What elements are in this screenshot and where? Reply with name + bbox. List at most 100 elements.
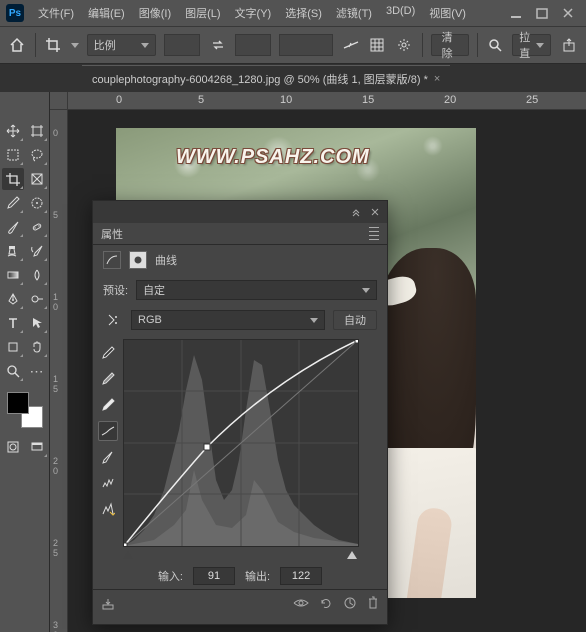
clone-tool[interactable] (2, 240, 24, 262)
pen-tool[interactable] (2, 288, 24, 310)
height-field[interactable] (235, 34, 271, 56)
watermark-text: WWW.PSAHZ.COM (176, 146, 370, 169)
chevron-down-icon (141, 43, 149, 48)
menu-bar: 文件(F) 编辑(E) 图像(I) 图层(L) 文字(Y) 选择(S) 滤镜(T… (32, 1, 510, 25)
options-bar: 比例 清除 拉直 (0, 26, 586, 64)
menu-edit[interactable]: 编辑(E) (82, 1, 131, 25)
shape-tool[interactable] (2, 336, 24, 358)
hand-tool[interactable] (26, 336, 48, 358)
clip-mask-icon[interactable] (101, 596, 115, 610)
type-tool[interactable] (2, 312, 24, 334)
panel-menu-icon[interactable] (369, 227, 379, 240)
panel-collapse-bar[interactable] (93, 201, 387, 223)
toggle-visibility-icon[interactable] (293, 597, 309, 609)
black-point-handle[interactable] (123, 551, 133, 559)
close-icon[interactable] (562, 7, 574, 19)
ruler-corner (50, 92, 68, 110)
close-tab-icon[interactable]: × (434, 73, 440, 85)
channel-dropdown[interactable]: RGB (131, 310, 325, 330)
document-bar: couplephotography-6004268_1280.jpg @ 50%… (0, 64, 586, 92)
edit-toolbar[interactable]: ⋯ (26, 360, 48, 382)
home-button[interactable] (8, 32, 27, 58)
marquee-tool[interactable] (2, 144, 24, 166)
chevron-down-icon (310, 318, 318, 323)
reset-icon[interactable] (343, 596, 357, 610)
curve-point-mode-icon[interactable] (98, 421, 118, 441)
screen-mode-tool[interactable] (26, 436, 48, 458)
straighten-icon[interactable] (341, 32, 360, 58)
gradient-tool[interactable] (2, 264, 24, 286)
mask-icon[interactable] (129, 251, 147, 269)
sample-black-icon[interactable] (98, 343, 118, 363)
color-swatches[interactable] (7, 392, 43, 428)
lasso-tool[interactable] (26, 144, 48, 166)
curves-label: 曲线 (155, 252, 177, 268)
input-label: 输入: (158, 568, 183, 584)
chevron-down-icon[interactable] (71, 43, 79, 48)
menu-layer[interactable]: 图层(L) (179, 1, 226, 25)
blur-tool[interactable] (26, 264, 48, 286)
curve-graph[interactable] (123, 339, 359, 547)
dodge-tool[interactable] (26, 288, 48, 310)
ratio-dropdown[interactable]: 比例 (87, 34, 156, 56)
ratio-label: 比例 (94, 37, 116, 53)
channel-row: RGB 自动 (93, 305, 387, 335)
delete-icon[interactable] (367, 596, 379, 610)
sample-white-icon[interactable] (98, 395, 118, 415)
path-select-tool[interactable] (26, 312, 48, 334)
menu-type[interactable]: 文字(Y) (229, 1, 278, 25)
white-point-handle[interactable] (347, 551, 357, 559)
adjustment-icon (103, 251, 121, 269)
preset-dropdown[interactable]: 自定 (136, 280, 377, 300)
straighten-dropdown[interactable]: 拉直 (512, 34, 551, 56)
healing-tool[interactable] (26, 216, 48, 238)
resolution-field[interactable] (279, 34, 333, 56)
move-tool[interactable] (2, 120, 24, 142)
menu-3d[interactable]: 3D(D) (380, 1, 421, 25)
swap-icon[interactable] (208, 32, 227, 58)
minimize-icon[interactable] (510, 7, 522, 19)
frame-tool[interactable] (26, 168, 48, 190)
quick-mask-tool[interactable] (2, 436, 24, 458)
output-value-field[interactable] (280, 567, 322, 585)
zoom-tool[interactable] (2, 360, 24, 382)
grid-icon[interactable] (368, 32, 387, 58)
history-brush-tool[interactable] (26, 240, 48, 262)
eyedropper-tool[interactable] (2, 192, 24, 214)
brush-tool[interactable] (2, 216, 24, 238)
adjustment-type-row: 曲线 (93, 245, 387, 275)
close-panel-icon[interactable] (371, 208, 379, 216)
input-value-field[interactable] (193, 567, 235, 585)
properties-panel: 属性 曲线 预设: 自定 RGB 自动 (92, 200, 388, 625)
width-field[interactable] (164, 34, 200, 56)
curve-smooth-icon[interactable] (98, 473, 118, 493)
menu-filter[interactable]: 滤镜(T) (330, 1, 378, 25)
input-output-row: 输入: 输出: (93, 563, 387, 589)
crop-tool[interactable] (2, 168, 24, 190)
menu-view[interactable]: 视图(V) (423, 1, 472, 25)
menu-image[interactable]: 图像(I) (133, 1, 177, 25)
panel-title[interactable]: 属性 (101, 226, 123, 242)
clear-button[interactable]: 清除 (431, 34, 469, 56)
tool-panel: ⋯ (0, 92, 50, 632)
collapse-icon[interactable] (351, 207, 361, 217)
document-tab[interactable]: couplephotography-6004268_1280.jpg @ 50%… (82, 65, 450, 91)
foreground-swatch[interactable] (7, 392, 29, 414)
search-icon[interactable] (485, 32, 504, 58)
auto-button[interactable]: 自动 (333, 310, 377, 330)
crop-tool-icon[interactable] (44, 32, 63, 58)
quick-select-tool[interactable] (26, 192, 48, 214)
gear-icon[interactable] (395, 32, 414, 58)
previous-state-icon[interactable] (319, 596, 333, 610)
target-adjust-icon[interactable] (103, 310, 123, 330)
sample-gray-icon[interactable] (98, 369, 118, 389)
maximize-icon[interactable] (536, 7, 548, 19)
input-slider[interactable] (93, 547, 387, 563)
artboard-tool[interactable] (26, 120, 48, 142)
share-icon[interactable] (559, 32, 578, 58)
menu-select[interactable]: 选择(S) (279, 1, 328, 25)
menu-file[interactable]: 文件(F) (32, 1, 80, 25)
curve-clip-warning-icon[interactable] (98, 499, 118, 519)
chevron-down-icon (362, 288, 370, 293)
curve-draw-mode-icon[interactable] (98, 447, 118, 467)
